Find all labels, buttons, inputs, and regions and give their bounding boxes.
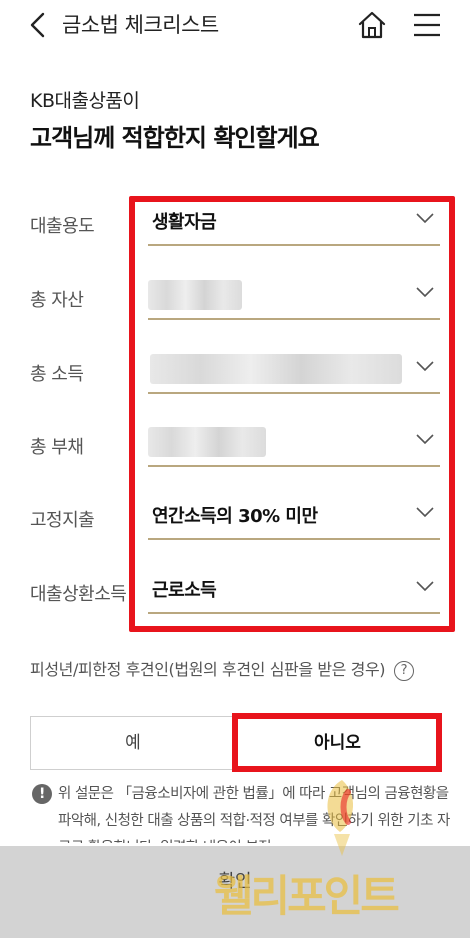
- home-button[interactable]: [356, 9, 388, 41]
- row-label: 총 자산: [30, 290, 84, 311]
- guardianship-question: 피성년/피한정 후견인(법원의 후견인 심판을 받은 경우) ?: [30, 654, 450, 685]
- row-label: 대출상환소득: [30, 584, 127, 605]
- app-header: 금소법 체크리스트: [0, 0, 470, 52]
- row-label: 대출용도: [30, 216, 95, 237]
- row-label: 총 소득: [30, 364, 84, 385]
- question-text: 피성년/피한정 후견인(법원의 후견인 심판을 받은 경우): [30, 660, 386, 679]
- yes-option[interactable]: 예: [30, 716, 235, 770]
- highlight-box: [232, 713, 442, 772]
- bottom-bar: 확인: [0, 846, 470, 938]
- home-icon: [358, 11, 386, 39]
- row-label: 고정지출: [30, 510, 95, 531]
- highlight-box: [129, 196, 455, 632]
- hamburger-menu-icon: [414, 13, 440, 37]
- notice-text: 위 설문은 「금융소비자에 관한 법률」에 따라 고객님의 금융현황을 파악해,…: [58, 786, 450, 843]
- page-title: 고객님께 적합한지 확인할게요: [30, 124, 320, 152]
- row-label: 총 부채: [30, 437, 84, 458]
- chevron-left-icon: [30, 12, 45, 38]
- notice: ! 위 설문은 「금융소비자에 관한 법률」에 따라 고객님의 금융현황을 파악…: [32, 781, 450, 843]
- header-title: 금소법 체크리스트: [62, 13, 219, 37]
- product-name: KB대출상품이: [30, 90, 140, 112]
- confirm-button[interactable]: 확인: [0, 846, 470, 924]
- question-icon[interactable]: ?: [393, 660, 414, 681]
- exclamation-icon: !: [32, 784, 52, 804]
- menu-button[interactable]: [412, 11, 442, 39]
- back-button[interactable]: [26, 10, 52, 40]
